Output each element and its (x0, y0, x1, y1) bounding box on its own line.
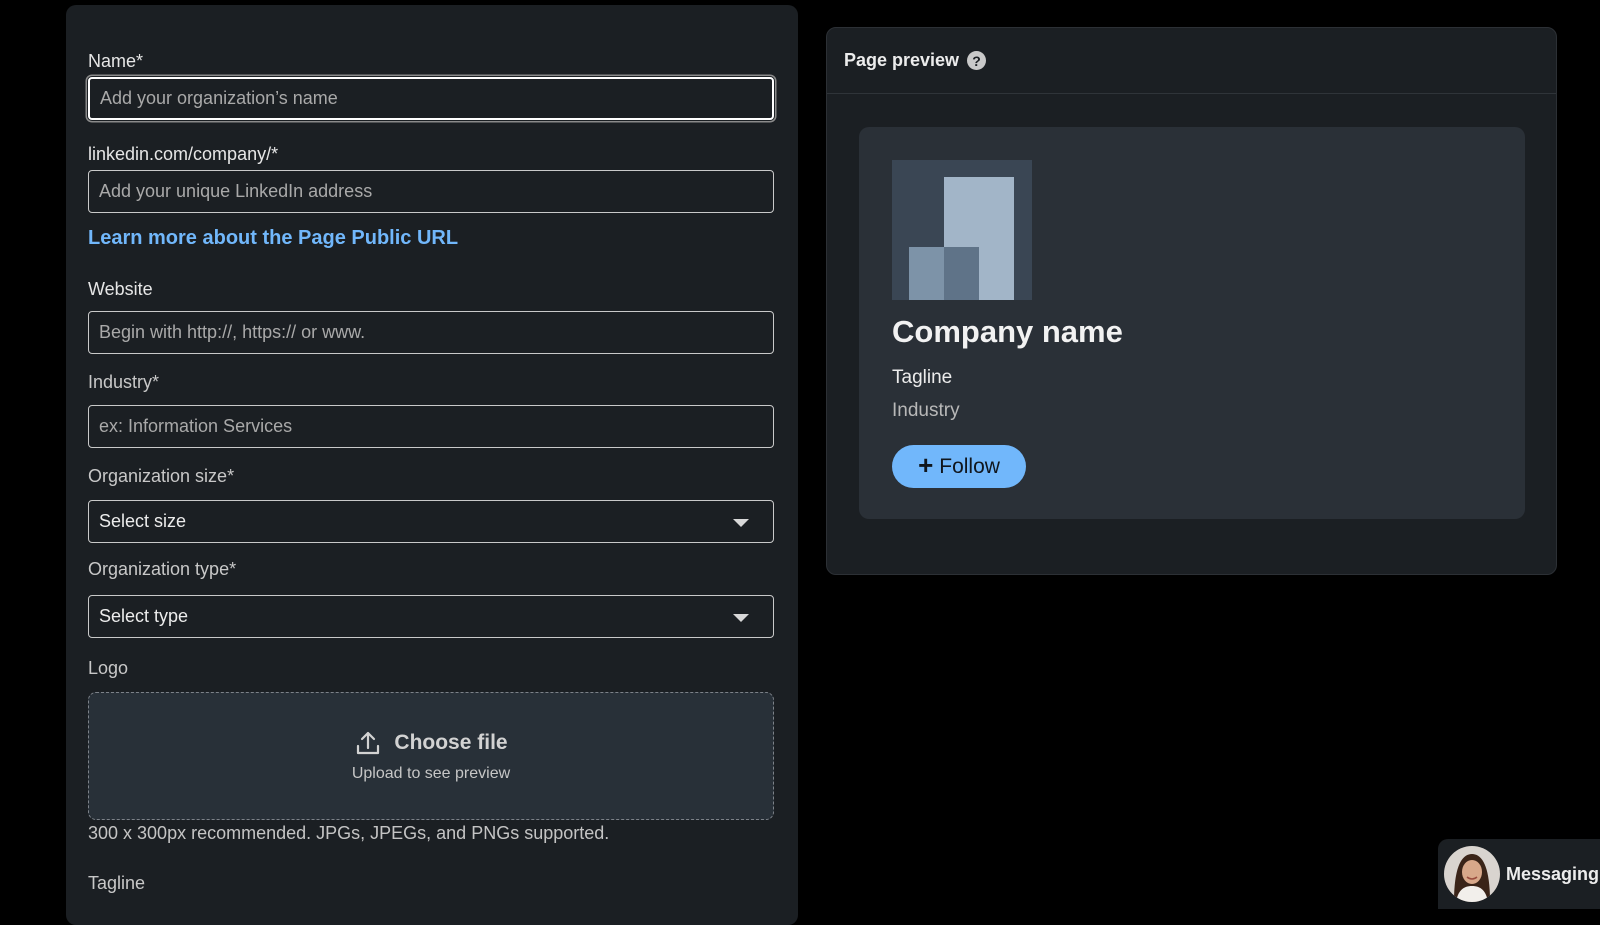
organization-form-panel: Name* linkedin.com/company/* Learn more … (66, 5, 798, 925)
help-icon[interactable]: ? (967, 51, 987, 70)
upload-icon (357, 731, 380, 755)
org-type-selected-value: Select type (99, 606, 189, 626)
company-url-input[interactable] (88, 170, 774, 213)
upload-preview-label: Upload to see preview (351, 765, 511, 782)
website-input[interactable] (88, 311, 774, 354)
follow-label: Follow (939, 454, 1000, 478)
industry-label: Industry* (88, 372, 160, 392)
org-size-select[interactable]: Select size (88, 500, 774, 543)
preview-title: Page preview (844, 50, 960, 70)
logo-size-hint: 300 x 300px recommended. JPGs, JPEGs, an… (88, 823, 610, 843)
learn-more-public-url-link[interactable]: Learn more about the Page Public URL (88, 227, 458, 250)
messaging-label: Messaging (1506, 863, 1600, 884)
preview-company-name: Company name (892, 314, 1123, 349)
industry-input[interactable] (88, 405, 774, 448)
chevron-down-icon (733, 614, 749, 622)
tagline-label: Tagline (88, 873, 146, 893)
preview-tagline: Tagline (892, 367, 953, 388)
choose-file-row[interactable]: Choose file (354, 729, 508, 757)
name-input[interactable] (88, 77, 774, 120)
chevron-down-icon (733, 519, 749, 527)
preview-header: Page preview ? (827, 28, 1556, 94)
messaging-overlay[interactable]: Messaging (1438, 839, 1600, 909)
choose-file-label: Choose file (394, 731, 508, 754)
logo-label: Logo (88, 658, 129, 678)
plus-icon: + (918, 449, 934, 480)
org-type-select[interactable]: Select type (88, 595, 774, 638)
company-url-label: linkedin.com/company/* (88, 144, 279, 164)
page-preview-panel: Page preview ? Company name Tagline Indu… (826, 27, 1557, 575)
building-logo-icon (892, 160, 1032, 300)
name-label: Name* (88, 51, 144, 71)
org-size-label: Organization size* (88, 466, 235, 486)
preview-industry: Industry (892, 400, 960, 421)
logo-upload-dropzone[interactable]: Choose file Upload to see preview (88, 692, 774, 820)
company-preview-card: Company name Tagline Industry + Follow (859, 127, 1525, 519)
follow-button[interactable]: + Follow (892, 445, 1026, 488)
org-size-selected-value: Select size (99, 511, 187, 531)
org-type-label: Organization type* (88, 559, 237, 579)
avatar[interactable] (1444, 846, 1500, 902)
website-label: Website (88, 279, 153, 299)
